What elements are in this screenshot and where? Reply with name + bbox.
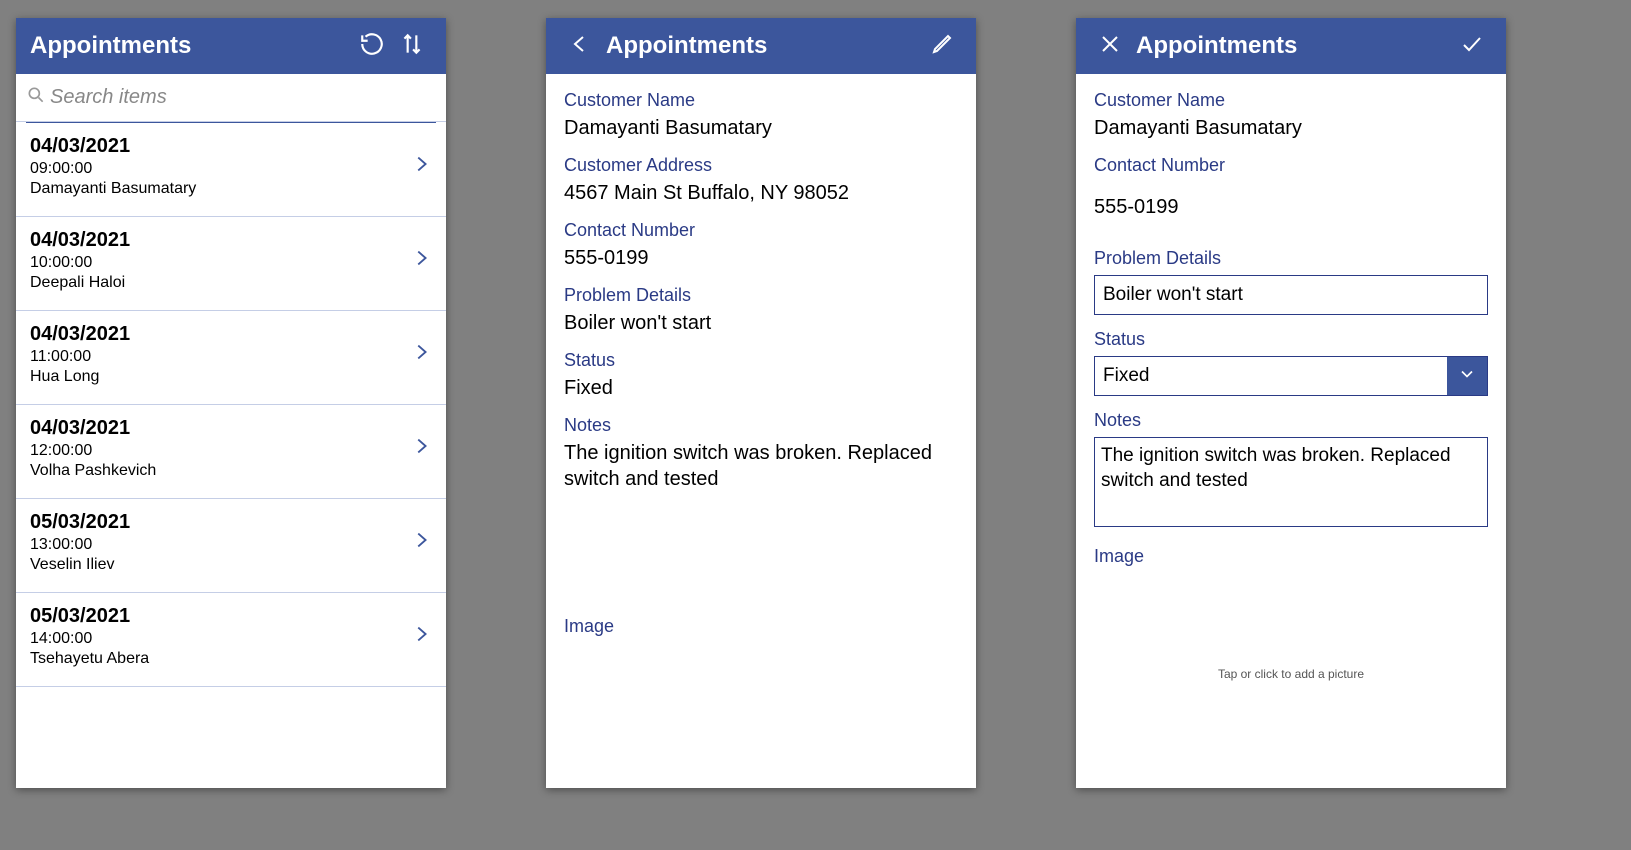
item-date: 05/03/2021 [30,605,410,628]
chevron-right-icon [410,244,432,277]
value-contact-number: 555-0199 [1094,194,1488,220]
value-contact-number: 555-0199 [564,245,958,271]
value-notes: The ignition switch was broken. Replaced… [564,440,958,492]
image-picker[interactable]: Tap or click to add a picture [1094,667,1488,681]
chevron-right-icon [410,620,432,653]
chevron-right-icon [410,338,432,371]
chevron-left-icon [568,30,592,63]
label-notes: Notes [564,415,958,436]
label-image: Image [564,616,958,637]
search-bar[interactable] [16,74,446,122]
status-value: Fixed [1095,357,1447,395]
search-input[interactable] [46,80,436,115]
item-time: 13:00:00 [30,536,410,554]
item-name: Veselin Iliev [30,556,410,574]
item-time: 09:00:00 [30,160,410,178]
list-item[interactable]: 04/03/2021 11:00:00 Hua Long [16,311,446,405]
list-item[interactable]: 04/03/2021 12:00:00 Volha Pashkevich [16,405,446,499]
list-item[interactable]: 04/03/2021 10:00:00 Deepali Haloi [16,217,446,311]
dropdown-toggle[interactable] [1447,357,1487,395]
pencil-icon [930,32,954,61]
check-icon [1458,32,1486,61]
chevron-right-icon [410,150,432,183]
sort-button[interactable] [392,26,432,66]
chevron-right-icon [410,432,432,465]
header-title: Appointments [606,32,922,60]
refresh-button[interactable] [352,26,392,66]
label-image: Image [1094,546,1488,567]
edit-body[interactable]: Customer Name Damayanti Basumatary Conta… [1076,74,1506,788]
value-status: Fixed [564,375,958,401]
header-title: Appointments [30,32,352,60]
edit-screen: Appointments Customer Name Damayanti Bas… [1076,18,1506,788]
value-customer-address: 4567 Main St Buffalo, NY 98052 [564,180,958,206]
edit-header: Appointments [1076,18,1506,74]
item-name: Volha Pashkevich [30,462,410,480]
sort-icon [399,31,425,62]
item-date: 04/03/2021 [30,135,410,158]
refresh-icon [359,31,385,62]
list-item[interactable]: 05/03/2021 14:00:00 Tsehayetu Abera [16,593,446,687]
item-date: 04/03/2021 [30,417,410,440]
browse-header: Appointments [16,18,446,74]
item-time: 10:00:00 [30,254,410,272]
close-icon [1098,32,1122,61]
chevron-right-icon [410,526,432,559]
label-contact-number: Contact Number [564,220,958,241]
label-customer-name: Customer Name [564,90,958,111]
cancel-button[interactable] [1090,26,1130,66]
item-name: Deepali Haloi [30,274,410,292]
label-status: Status [1094,329,1488,350]
label-problem-details: Problem Details [1094,248,1488,269]
item-name: Hua Long [30,368,410,386]
save-button[interactable] [1452,26,1492,66]
browse-screen: Appointments [16,18,446,788]
detail-screen: Appointments Customer Name Damayanti Bas… [546,18,976,788]
detail-header: Appointments [546,18,976,74]
label-problem-details: Problem Details [564,285,958,306]
label-status: Status [564,350,958,371]
value-customer-name: Damayanti Basumatary [564,115,958,141]
item-name: Damayanti Basumatary [30,180,410,198]
label-contact-number: Contact Number [1094,155,1488,176]
item-time: 12:00:00 [30,442,410,460]
appointments-list[interactable]: 04/03/2021 09:00:00 Damayanti Basumatary… [16,123,446,788]
back-button[interactable] [560,26,600,66]
notes-input[interactable] [1094,437,1488,527]
item-time: 11:00:00 [30,348,410,366]
problem-details-input[interactable] [1094,275,1488,315]
item-time: 14:00:00 [30,630,410,648]
value-customer-name: Damayanti Basumatary [1094,115,1488,141]
edit-button[interactable] [922,26,962,66]
item-date: 05/03/2021 [30,511,410,534]
list-item[interactable]: 05/03/2021 13:00:00 Veselin Iliev [16,499,446,593]
label-customer-address: Customer Address [564,155,958,176]
value-problem-details: Boiler won't start [564,310,958,336]
list-item[interactable]: 04/03/2021 09:00:00 Damayanti Basumatary [16,123,446,217]
header-title: Appointments [1136,32,1452,60]
item-date: 04/03/2021 [30,229,410,252]
label-customer-name: Customer Name [1094,90,1488,111]
status-dropdown[interactable]: Fixed [1094,356,1488,396]
detail-body[interactable]: Customer Name Damayanti Basumatary Custo… [546,74,976,788]
item-date: 04/03/2021 [30,323,410,346]
search-icon [26,85,46,110]
item-name: Tsehayetu Abera [30,650,410,668]
label-notes: Notes [1094,410,1488,431]
chevron-down-icon [1457,364,1477,389]
